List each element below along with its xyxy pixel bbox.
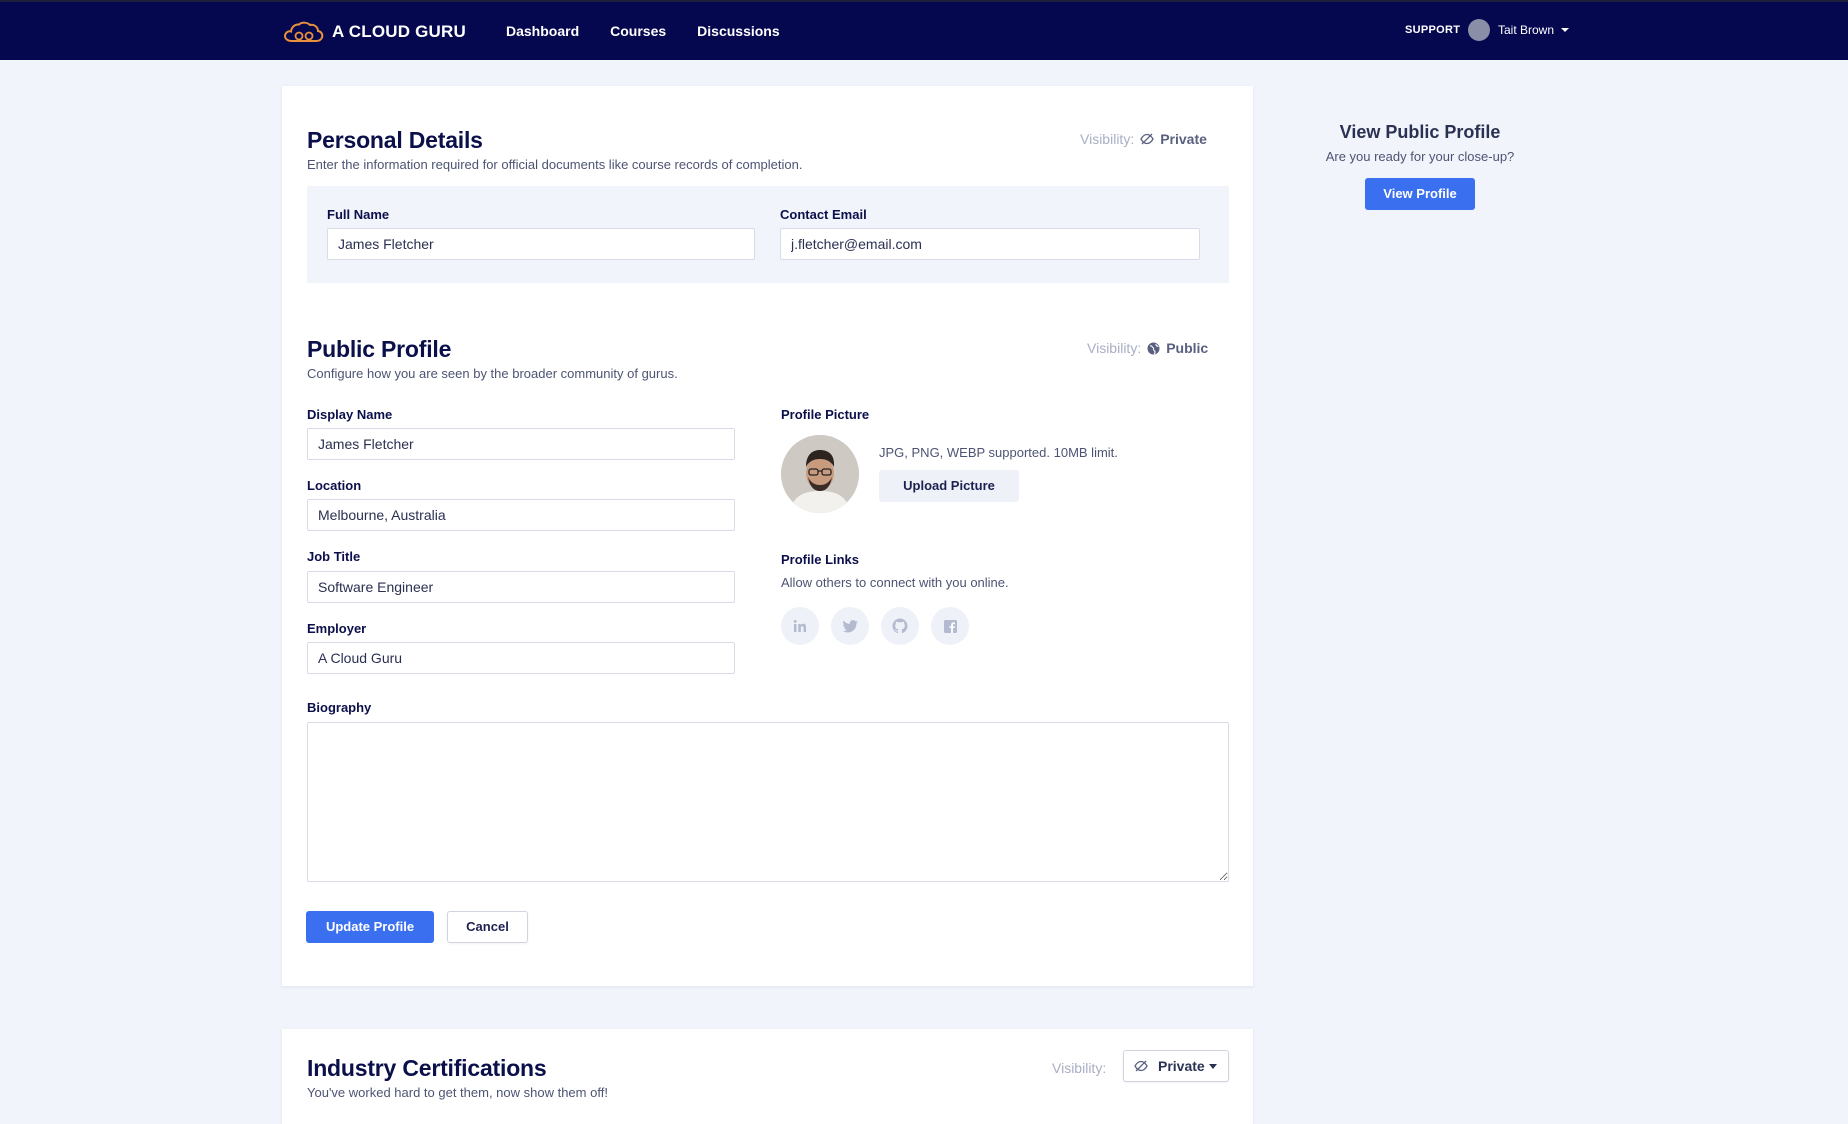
public-visibility: Visibility: Public xyxy=(1087,339,1208,357)
profile-picture xyxy=(781,435,859,513)
display-name-label: Display Name xyxy=(307,407,393,422)
update-profile-button[interactable]: Update Profile xyxy=(306,911,434,943)
nav-courses[interactable]: Courses xyxy=(610,21,666,41)
location-label: Location xyxy=(307,478,362,493)
profile-links-hint: Allow others to connect with you online. xyxy=(781,575,1009,590)
main-nav: Dashboard Courses Discussions xyxy=(506,21,811,41)
user-avatar xyxy=(1468,19,1490,41)
nav-dashboard[interactable]: Dashboard xyxy=(506,21,579,41)
view-public-profile-title: View Public Profile xyxy=(1339,122,1501,142)
user-name: Tait Brown xyxy=(1498,23,1555,37)
full-name-label: Full Name xyxy=(327,207,390,222)
top-navbar: A CLOUD GURU Dashboard Courses Discussio… xyxy=(0,0,1848,60)
user-menu[interactable]: Tait Brown xyxy=(1468,19,1570,41)
personal-details-panel: Full Name Contact Email xyxy=(307,186,1229,283)
linkedin-button[interactable] xyxy=(781,607,819,645)
biography-input[interactable] xyxy=(307,722,1229,882)
public-profile-subtitle: Configure how you are seen by the broade… xyxy=(307,366,678,381)
personal-details-subtitle: Enter the information required for offic… xyxy=(307,157,803,172)
brand-name: A CLOUD GURU xyxy=(332,22,466,41)
eye-slash-icon xyxy=(1134,1060,1148,1072)
caret-down-icon xyxy=(1561,28,1570,32)
brand-logo[interactable]: A CLOUD GURU xyxy=(282,19,466,45)
linkedin-icon xyxy=(793,620,806,632)
picture-hint: JPG, PNG, WEBP supported. 10MB limit. xyxy=(879,445,1118,460)
job-title-label: Job Title xyxy=(307,549,361,564)
personal-details-title: Personal Details xyxy=(307,127,483,153)
profile-card: Personal Details Enter the information r… xyxy=(282,86,1253,986)
full-name-input[interactable] xyxy=(327,228,755,260)
job-title-input[interactable] xyxy=(307,571,735,603)
contact-email-label: Contact Email xyxy=(780,207,867,222)
visibility-label: Visibility: xyxy=(1087,340,1142,356)
github-icon xyxy=(892,618,908,634)
caret-down-icon xyxy=(1208,1063,1217,1069)
nav-discussions[interactable]: Discussions xyxy=(697,21,779,41)
public-profile-title: Public Profile xyxy=(307,336,452,362)
globe-icon xyxy=(1147,342,1160,355)
facebook-icon xyxy=(943,619,957,633)
display-name-input[interactable] xyxy=(307,428,735,460)
visibility-value: Private xyxy=(1160,131,1207,147)
cloud-logo-icon xyxy=(284,21,324,42)
twitter-button[interactable] xyxy=(831,607,869,645)
support-link[interactable]: SUPPORT xyxy=(1405,22,1460,38)
eye-slash-icon xyxy=(1140,133,1154,145)
profile-picture-label: Profile Picture xyxy=(781,407,870,422)
dropdown-selected-value: Private xyxy=(1158,1058,1205,1074)
contact-email-input[interactable] xyxy=(780,228,1200,260)
upload-picture-button[interactable]: Upload Picture xyxy=(879,470,1019,502)
employer-label: Employer xyxy=(307,621,367,636)
personal-visibility: Visibility: Private xyxy=(1080,130,1207,148)
profile-links-label: Profile Links xyxy=(781,552,860,567)
certifications-card: Industry Certifications You've worked ha… xyxy=(282,1029,1253,1124)
employer-input[interactable] xyxy=(307,642,735,674)
certifications-subtitle: You've worked hard to get them, now show… xyxy=(307,1085,608,1100)
view-public-profile-subtitle: Are you ready for your close-up? xyxy=(1325,149,1515,164)
location-input[interactable] xyxy=(307,499,735,531)
visibility-label: Visibility: xyxy=(1080,131,1135,147)
certifications-visibility-dropdown[interactable]: Private xyxy=(1123,1050,1229,1082)
facebook-button[interactable] xyxy=(931,607,969,645)
cancel-button[interactable]: Cancel xyxy=(447,911,528,943)
github-button[interactable] xyxy=(881,607,919,645)
twitter-icon xyxy=(842,619,857,632)
view-public-profile-panel: View Public Profile Are you ready for yo… xyxy=(1300,120,1540,210)
certifications-title: Industry Certifications xyxy=(307,1055,547,1081)
biography-label: Biography xyxy=(307,700,372,715)
visibility-value: Public xyxy=(1166,340,1209,356)
certifications-visibility-label: Visibility: xyxy=(1052,1060,1107,1076)
view-profile-button[interactable]: View Profile xyxy=(1365,178,1475,210)
